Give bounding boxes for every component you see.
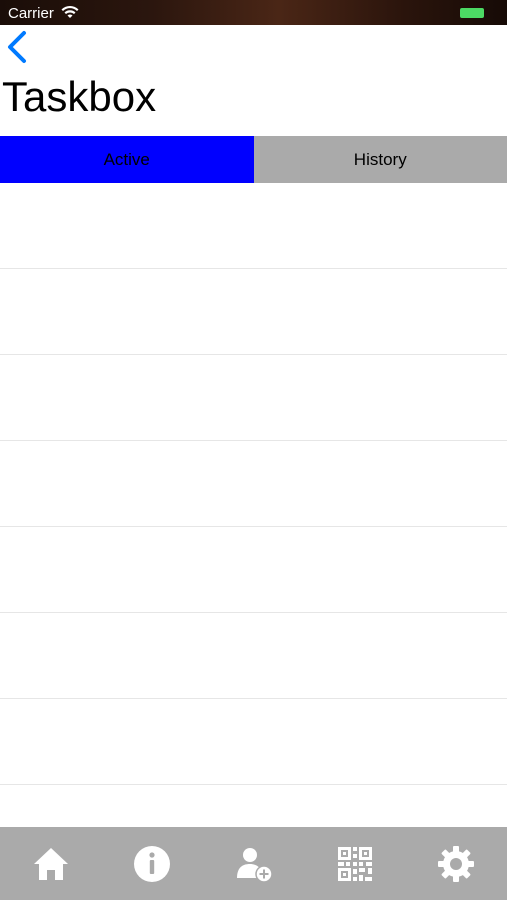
list-item[interactable] [0,613,507,699]
tab-history[interactable]: History [253,136,507,183]
page-title: Taskbox [2,73,157,120]
nav-bar: Taskbox [0,25,507,135]
tab-qr-code[interactable] [304,827,405,900]
tab-add-user[interactable] [203,827,304,900]
tab-home[interactable] [0,827,101,900]
tab-active-label: Active [103,149,150,169]
list-item[interactable] [0,699,507,785]
back-chevron-icon[interactable] [4,30,34,64]
list-item[interactable] [0,355,507,441]
add-user-icon [236,847,273,883]
list-item[interactable] [0,441,507,527]
task-list[interactable] [0,183,507,827]
list-item[interactable] [0,269,507,355]
qr-code-icon [337,846,372,881]
list-item[interactable] [0,527,507,613]
segmented-tabs: Active History [0,136,507,183]
wifi-icon [61,5,79,18]
tab-history-label: History [353,149,407,169]
list-item[interactable] [0,785,507,827]
tab-active[interactable]: Active [0,136,254,183]
settings-icon [438,845,475,882]
info-icon [134,845,171,882]
tab-settings[interactable] [406,827,507,900]
battery-icon [460,8,484,18]
bottom-tab-bar [0,827,507,900]
tab-info[interactable] [101,827,202,900]
home-icon [33,847,68,880]
carrier-label: Carrier [8,5,54,22]
list-item[interactable] [0,183,507,269]
status-bar: Carrier [0,0,507,25]
